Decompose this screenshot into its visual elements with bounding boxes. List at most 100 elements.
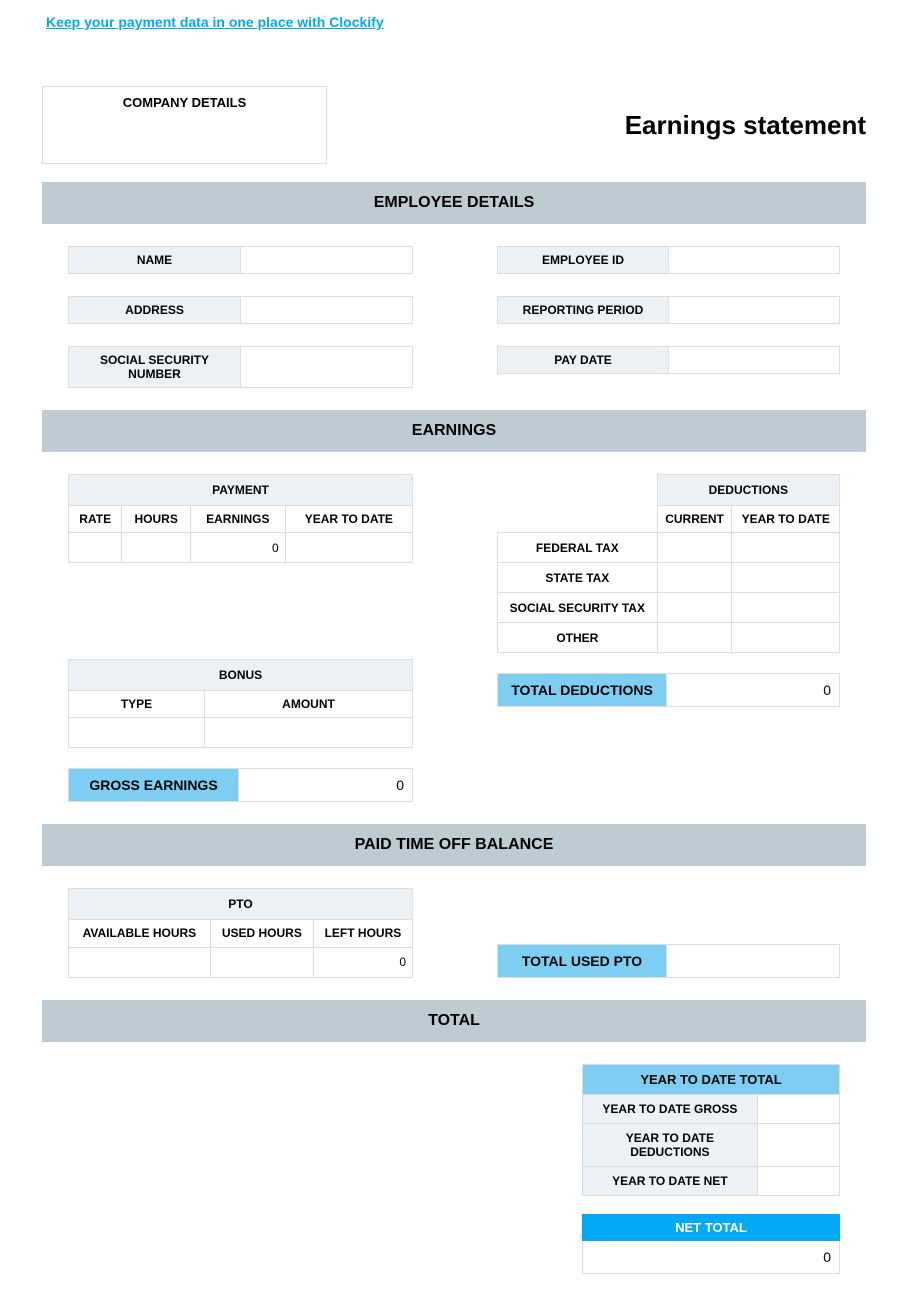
deduction-state-current bbox=[657, 563, 732, 593]
payment-earnings: 0 bbox=[190, 533, 285, 563]
document-header: COMPANY DETAILS Earnings statement bbox=[0, 30, 902, 182]
deductions-title: DEDUCTIONS bbox=[657, 475, 839, 506]
promo-link-wrap: Keep your payment data in one place with… bbox=[0, 0, 902, 30]
company-details-label: COMPANY DETAILS bbox=[49, 95, 320, 110]
deduction-row-ss: SOCIAL SECURITY TAX bbox=[498, 593, 840, 623]
pto-body: PTO AVAILABLE HOURS USED HOURS LEFT HOUR… bbox=[42, 866, 866, 1000]
payment-col-hours: HOURS bbox=[122, 506, 191, 533]
label-reporting-period: REPORTING PERIOD bbox=[497, 296, 669, 324]
employee-left-col: NAME ADDRESS SOCIAL SECURITY NUMBER bbox=[68, 246, 413, 388]
ytd-deductions-row: YEAR TO DATE DEDUCTIONS bbox=[583, 1123, 840, 1166]
row-reporting-period: REPORTING PERIOD bbox=[497, 296, 840, 324]
pto-section: PAID TIME OFF BALANCE PTO AVAILABLE HOUR… bbox=[42, 824, 866, 1000]
page-title: Earnings statement bbox=[625, 110, 866, 141]
payment-col-rate: RATE bbox=[69, 506, 122, 533]
payment-col-ytd: YEAR TO DATE bbox=[285, 506, 412, 533]
deduction-row-state: STATE TAX bbox=[498, 563, 840, 593]
value-employee-id bbox=[669, 246, 840, 274]
bonus-col-type: TYPE bbox=[69, 691, 205, 718]
payment-rate bbox=[69, 533, 122, 563]
row-name: NAME bbox=[68, 246, 413, 274]
bonus-title: BONUS bbox=[69, 660, 413, 691]
employee-details-body: NAME ADDRESS SOCIAL SECURITY NUMBER EMPL… bbox=[42, 224, 866, 410]
gross-earnings-value: 0 bbox=[239, 768, 413, 802]
label-ssn: SOCIAL SECURITY NUMBER bbox=[68, 346, 241, 388]
deduction-other-current bbox=[657, 623, 732, 653]
bonus-col-amount: AMOUNT bbox=[205, 691, 413, 718]
deductions-col-current: CURRENT bbox=[657, 506, 732, 533]
company-details-box: COMPANY DETAILS bbox=[42, 86, 327, 164]
label-employee-id: EMPLOYEE ID bbox=[497, 246, 669, 274]
payment-row: 0 bbox=[69, 533, 413, 563]
pto-header: PAID TIME OFF BALANCE bbox=[42, 824, 866, 866]
value-name bbox=[241, 246, 413, 274]
payment-table: PAYMENT RATE HOURS EARNINGS YEAR TO DATE… bbox=[68, 474, 413, 563]
label-address: ADDRESS bbox=[68, 296, 241, 324]
ytd-total-title: YEAR TO DATE TOTAL bbox=[583, 1064, 840, 1094]
label-name: NAME bbox=[68, 246, 241, 274]
ytd-net-row: YEAR TO DATE NET bbox=[583, 1166, 840, 1195]
payment-ytd bbox=[285, 533, 412, 563]
bonus-table: BONUS TYPE AMOUNT bbox=[68, 659, 413, 748]
net-total-label: NET TOTAL bbox=[583, 1214, 840, 1240]
deduction-ss-ytd bbox=[732, 593, 840, 623]
pto-table: PTO AVAILABLE HOURS USED HOURS LEFT HOUR… bbox=[68, 888, 413, 978]
total-section: TOTAL YEAR TO DATE TOTAL YEAR TO DATE GR… bbox=[42, 1000, 866, 1296]
pto-used bbox=[210, 947, 313, 977]
ytd-gross-label: YEAR TO DATE GROSS bbox=[583, 1094, 758, 1123]
deduction-row-other: OTHER bbox=[498, 623, 840, 653]
pto-right-col: TOTAL USED PTO bbox=[497, 944, 840, 978]
gross-earnings-row: GROSS EARNINGS 0 bbox=[68, 768, 413, 802]
pto-title: PTO bbox=[69, 889, 413, 920]
total-deductions-value: 0 bbox=[667, 673, 840, 707]
deduction-label-state: STATE TAX bbox=[498, 563, 658, 593]
earnings-left-col: PAYMENT RATE HOURS EARNINGS YEAR TO DATE… bbox=[68, 474, 413, 802]
value-pay-date bbox=[669, 346, 840, 374]
deduction-row-federal: FEDERAL TAX bbox=[498, 533, 840, 563]
earnings-body: PAYMENT RATE HOURS EARNINGS YEAR TO DATE… bbox=[42, 452, 866, 824]
value-reporting-period bbox=[669, 296, 840, 324]
deduction-label-other: OTHER bbox=[498, 623, 658, 653]
deduction-label-federal: FEDERAL TAX bbox=[498, 533, 658, 563]
ytd-deductions-label: YEAR TO DATE DEDUCTIONS bbox=[583, 1123, 758, 1166]
pto-col-available: AVAILABLE HOURS bbox=[69, 920, 211, 947]
label-pay-date: PAY DATE bbox=[497, 346, 669, 374]
employee-details-header: EMPLOYEE DETAILS bbox=[42, 182, 866, 224]
ytd-total-table: YEAR TO DATE TOTAL YEAR TO DATE GROSS YE… bbox=[582, 1064, 840, 1196]
earnings-right-col: DEDUCTIONS CURRENT YEAR TO DATE FEDERAL … bbox=[497, 474, 840, 707]
deduction-federal-current bbox=[657, 533, 732, 563]
payment-col-earnings: EARNINGS bbox=[190, 506, 285, 533]
total-used-pto-value bbox=[667, 944, 840, 978]
ytd-net-value bbox=[757, 1166, 839, 1195]
ytd-gross-row: YEAR TO DATE GROSS bbox=[583, 1094, 840, 1123]
gross-earnings-label: GROSS EARNINGS bbox=[68, 768, 239, 802]
value-address bbox=[241, 296, 413, 324]
deductions-col-ytd: YEAR TO DATE bbox=[732, 506, 840, 533]
deduction-state-ytd bbox=[732, 563, 840, 593]
ytd-deductions-value bbox=[757, 1123, 839, 1166]
net-total-table: NET TOTAL 0 bbox=[582, 1214, 840, 1274]
bonus-type bbox=[69, 718, 205, 748]
row-employee-id: EMPLOYEE ID bbox=[497, 246, 840, 274]
total-block: YEAR TO DATE TOTAL YEAR TO DATE GROSS YE… bbox=[582, 1064, 840, 1274]
total-deductions-label: TOTAL DEDUCTIONS bbox=[497, 673, 667, 707]
ytd-gross-value bbox=[757, 1094, 839, 1123]
deduction-other-ytd bbox=[732, 623, 840, 653]
bonus-amount bbox=[205, 718, 413, 748]
employee-right-col: EMPLOYEE ID REPORTING PERIOD PAY DATE bbox=[497, 246, 840, 388]
total-used-pto-label: TOTAL USED PTO bbox=[497, 944, 667, 978]
deduction-federal-ytd bbox=[732, 533, 840, 563]
value-ssn bbox=[241, 346, 413, 388]
total-deductions-row: TOTAL DEDUCTIONS 0 bbox=[497, 673, 840, 707]
pto-left: 0 bbox=[313, 947, 412, 977]
pto-available bbox=[69, 947, 211, 977]
total-body: YEAR TO DATE TOTAL YEAR TO DATE GROSS YE… bbox=[42, 1042, 866, 1296]
ytd-net-label: YEAR TO DATE NET bbox=[583, 1166, 758, 1195]
pto-col-left: LEFT HOURS bbox=[313, 920, 412, 947]
pto-col-used: USED HOURS bbox=[210, 920, 313, 947]
pto-row: 0 bbox=[69, 947, 413, 977]
promo-link[interactable]: Keep your payment data in one place with… bbox=[46, 14, 384, 30]
deduction-label-ss: SOCIAL SECURITY TAX bbox=[498, 593, 658, 623]
employee-details-section: EMPLOYEE DETAILS NAME ADDRESS SOCIAL SEC… bbox=[42, 182, 866, 410]
total-used-pto-row: TOTAL USED PTO bbox=[497, 944, 840, 978]
